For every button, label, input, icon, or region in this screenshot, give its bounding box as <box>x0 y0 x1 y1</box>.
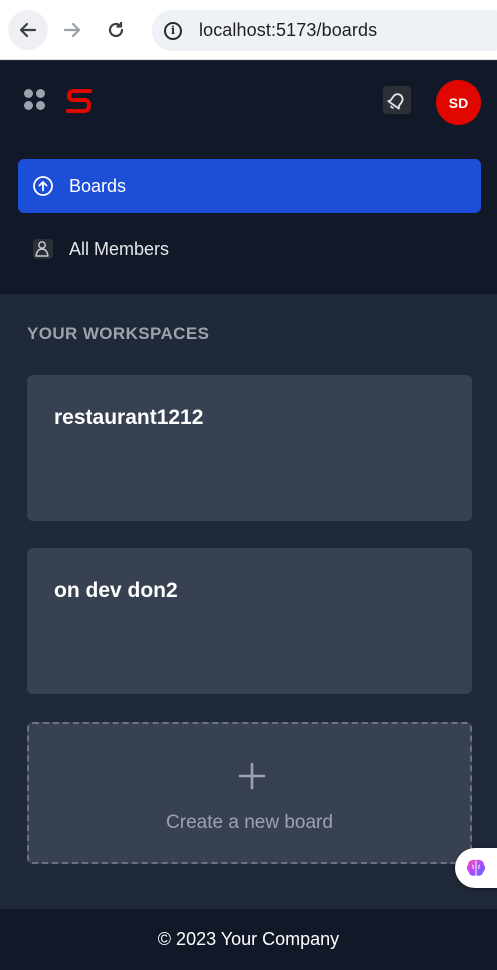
nav-item-all-members[interactable]: All Members <box>18 222 481 276</box>
board-card[interactable]: restaurant1212 <box>27 375 472 521</box>
forward-button[interactable] <box>54 10 90 50</box>
footer: © 2023 Your Company <box>0 909 497 970</box>
workspaces-heading: YOUR WORKSPACES <box>27 324 210 343</box>
reload-icon <box>108 22 124 38</box>
board-name: on dev don2 <box>54 579 178 602</box>
assistant-button[interactable] <box>455 848 497 888</box>
board-card[interactable]: on dev don2 <box>27 548 472 694</box>
nav-item-label: Boards <box>69 175 127 196</box>
bell-icon <box>387 93 404 110</box>
arrow-up-circle-icon <box>33 176 53 196</box>
create-board-label: Create a new board <box>166 812 333 833</box>
back-button[interactable] <box>8 10 48 50</box>
plus-icon <box>238 762 266 790</box>
brain-icon <box>466 859 486 876</box>
create-board-button[interactable]: Create a new board <box>27 722 472 864</box>
site-info-icon[interactable]: i <box>164 21 182 40</box>
nav-item-label: All Members <box>69 238 170 259</box>
url-text: localhost:5173/boards <box>199 20 378 40</box>
members-icon <box>33 239 53 259</box>
user-avatar[interactable]: SD <box>436 80 481 125</box>
arrow-right-icon <box>63 22 81 38</box>
address-bar[interactable]: i localhost:5173/boards <box>152 10 497 51</box>
logo-icon[interactable] <box>62 84 96 118</box>
notifications-button[interactable] <box>383 86 411 114</box>
footer-text: © 2023 Your Company <box>157 929 340 949</box>
nav-item-boards[interactable]: Boards <box>18 159 481 213</box>
board-name: restaurant1212 <box>54 406 204 429</box>
apps-grid-icon[interactable] <box>24 89 46 111</box>
reload-button[interactable] <box>98 10 134 50</box>
arrow-left-icon <box>19 22 37 38</box>
browser-toolbar: i localhost:5173/boards <box>0 0 497 60</box>
app-header: SD Boards All Members <box>0 61 497 294</box>
